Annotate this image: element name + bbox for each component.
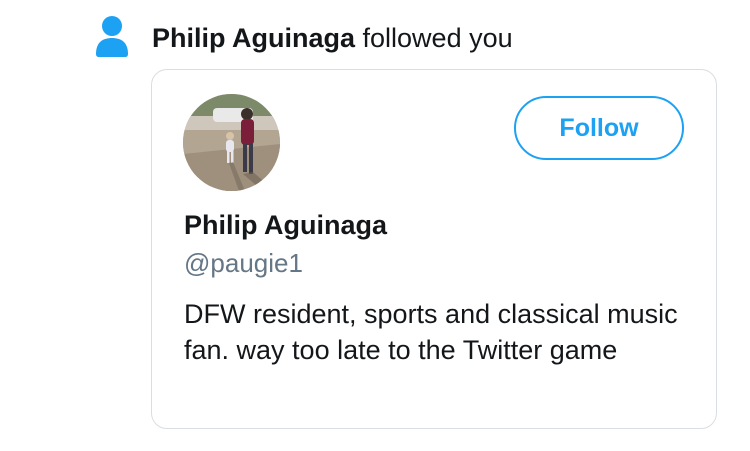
user-handle[interactable]: @paugie1 [184, 246, 303, 280]
notification-text: Philip Aguinaga followed you [152, 20, 513, 56]
user-bio: DFW resident, sports and classical music… [184, 299, 678, 365]
follower-name-link[interactable]: Philip Aguinaga [152, 23, 355, 53]
display-name[interactable]: Philip Aguinaga [184, 208, 387, 242]
person-icon [96, 16, 128, 57]
avatar[interactable] [183, 94, 280, 191]
profile-photo [183, 94, 280, 191]
notification-icon-wrap [94, 10, 130, 62]
profile-card[interactable]: Follow Philip Aguinaga @paugie1 DFW resi… [151, 69, 717, 429]
follow-button[interactable]: Follow [514, 96, 684, 160]
notification-action: followed you [362, 23, 513, 53]
